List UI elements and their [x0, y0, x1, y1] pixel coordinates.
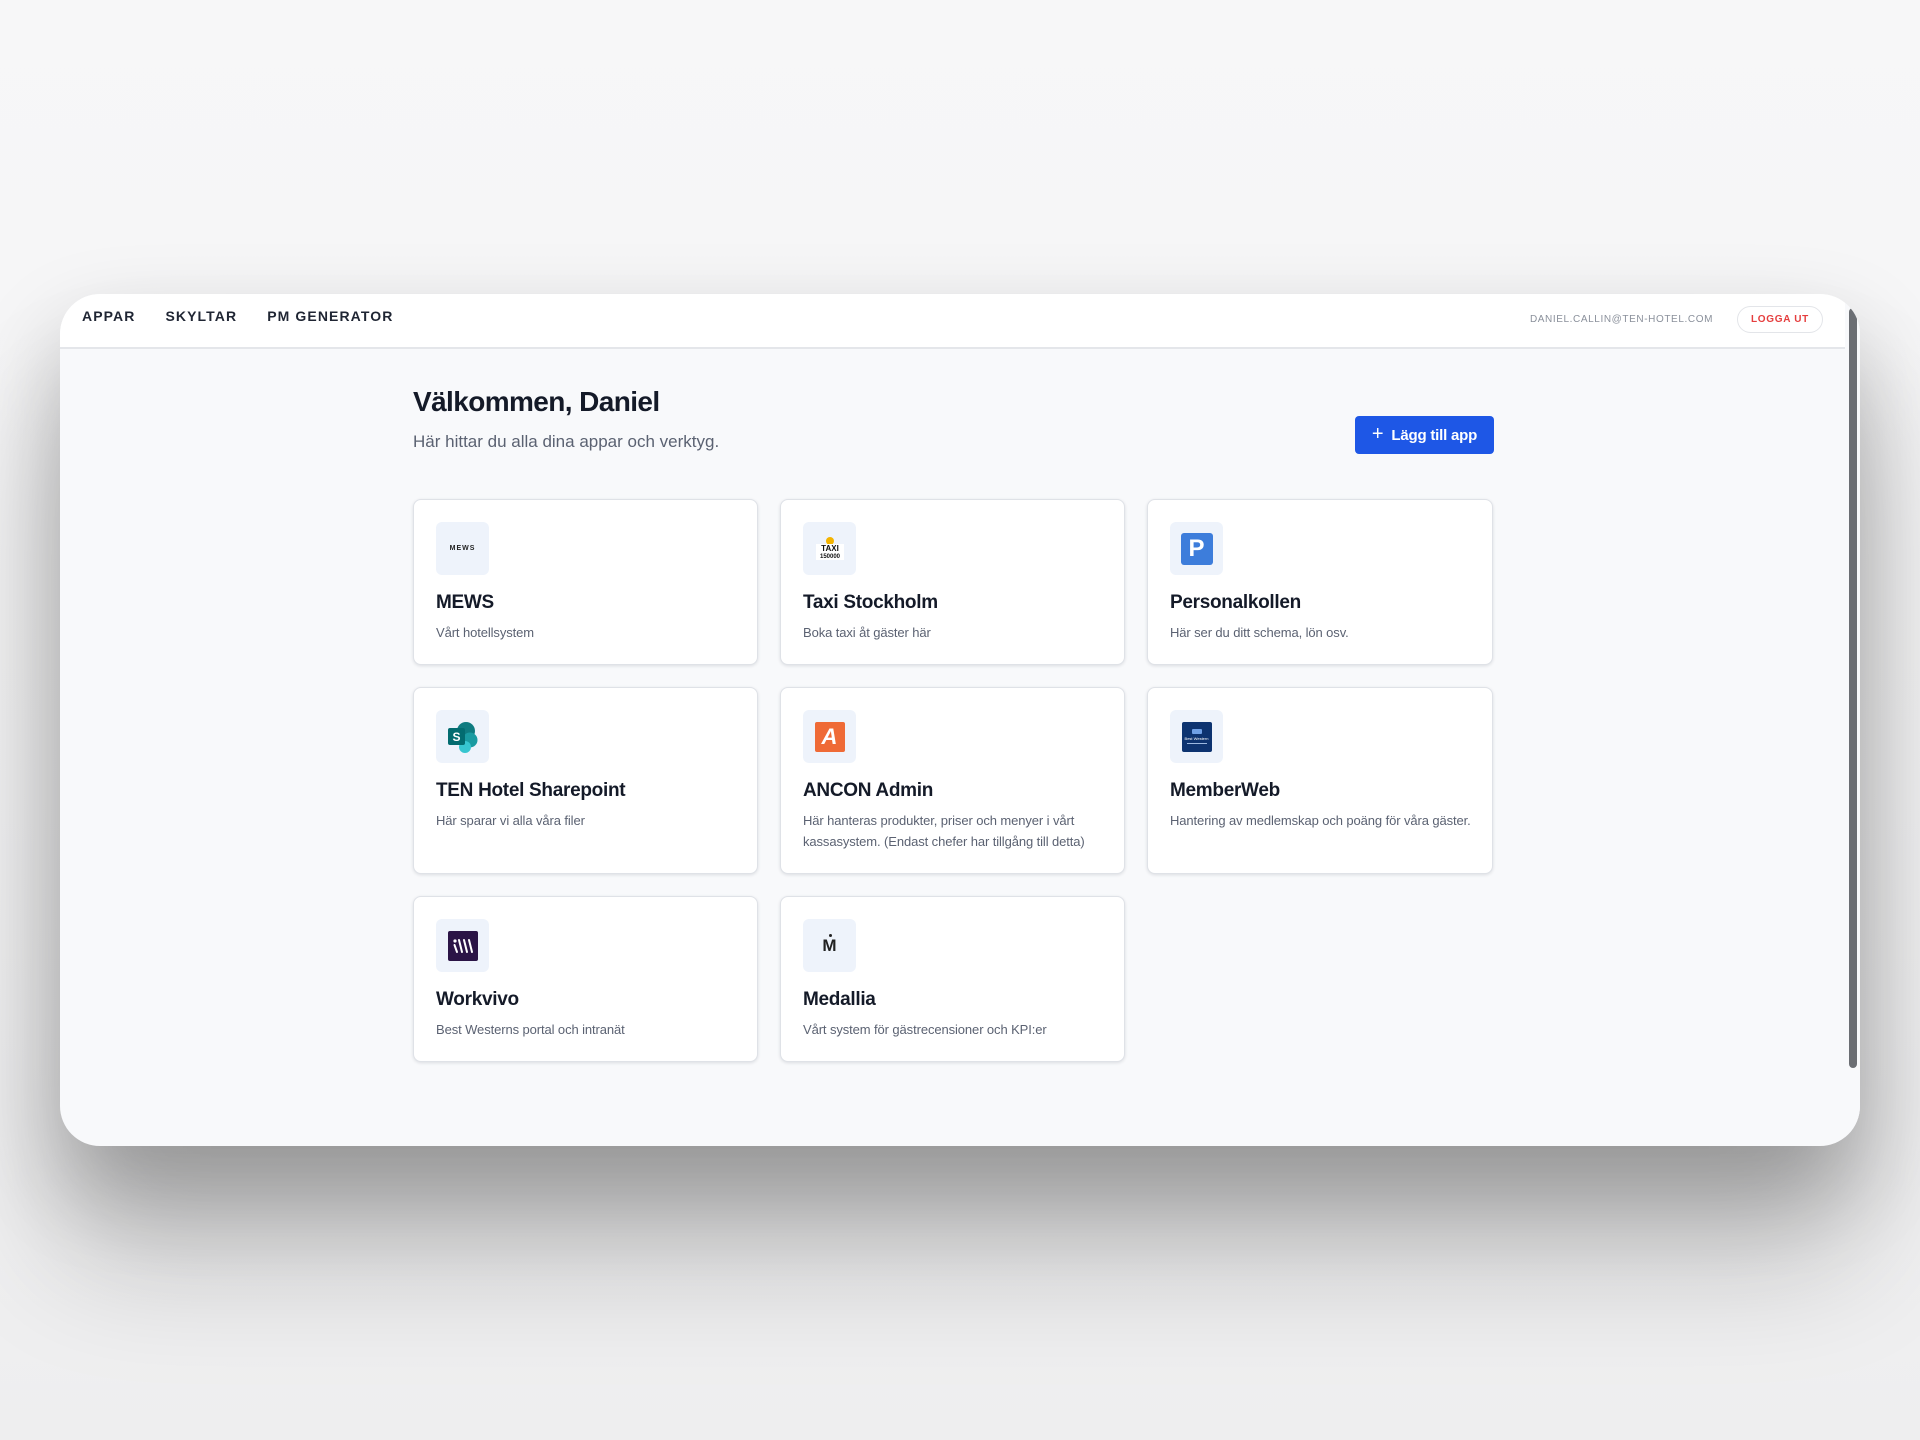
personalkollen-logo-letter: P	[1188, 534, 1205, 562]
app-card-title: MemberWeb	[1170, 780, 1280, 801]
scrollbar[interactable]	[1845, 294, 1860, 1146]
page-subtitle: Här hittar du alla dina appar och verkty…	[413, 432, 720, 451]
app-card-description: Här hanteras produkter, priser och menye…	[803, 813, 1085, 849]
nav-item-appar[interactable]: APPAR	[82, 308, 135, 324]
sharepoint-logo-icon: S	[436, 710, 489, 763]
app-card-personalkollen[interactable]: P Personalkollen Här ser du ditt schema,…	[1147, 499, 1493, 665]
app-card-description: Boka taxi åt gäster här	[803, 625, 931, 640]
medallia-logo-letter: M	[822, 935, 837, 955]
plus-icon: +	[1371, 423, 1384, 445]
top-navigation-bar: APPAR SKYLTAR PM GENERATOR DANIEL.CALLIN…	[60, 294, 1845, 349]
workvivo-logo-icon	[436, 919, 489, 972]
app-card-medallia[interactable]: M Medallia Vårt system för gästrecension…	[780, 896, 1125, 1062]
scrollbar-thumb[interactable]	[1849, 308, 1857, 1068]
add-app-button-label: Lägg till app	[1391, 426, 1478, 444]
app-card-description: Här sparar vi alla våra filer	[436, 813, 585, 828]
app-card-description: Vårt system för gästrecensioner och KPI:…	[803, 1022, 1047, 1037]
app-window: APPAR SKYLTAR PM GENERATOR DANIEL.CALLIN…	[60, 294, 1860, 1146]
page-title: Välkommen, Daniel	[413, 386, 660, 417]
app-card-mews[interactable]: MEWS MEWS Vårt hotellsystem	[413, 499, 758, 665]
add-app-button[interactable]: + Lägg till app	[1355, 416, 1494, 454]
nav-item-pm-generator[interactable]: PM GENERATOR	[267, 308, 393, 324]
memberweb-logo-icon: Best Western	[1170, 710, 1223, 763]
app-card-description: Vårt hotellsystem	[436, 625, 535, 640]
app-card-title: ANCON Admin	[803, 780, 934, 801]
svg-text:S: S	[452, 730, 460, 744]
nav-item-skyltar[interactable]: SKYLTAR	[165, 308, 237, 324]
app-card-ten-hotel-sharepoint[interactable]: S TEN Hotel Sharepoint Här sparar vi all…	[413, 687, 758, 874]
app-card-ancon-admin[interactable]: A ANCON Admin Här hanteras produkter, pr…	[780, 687, 1125, 874]
app-card-title: Taxi Stockholm	[803, 592, 938, 613]
memberweb-logo-text: Best Western	[1184, 736, 1209, 741]
app-card-title: TEN Hotel Sharepoint	[436, 780, 626, 801]
user-email: DANIEL.CALLIN@TEN-HOTEL.COM	[1529, 314, 1713, 325]
logout-button[interactable]: LOGGA UT	[1737, 306, 1823, 333]
app-card-memberweb[interactable]: Best Western MemberWeb Hantering av medl…	[1147, 687, 1493, 874]
personalkollen-logo-icon: P	[1170, 522, 1223, 575]
taxi-stockholm-logo-icon: TAXI 150000	[803, 522, 856, 575]
app-card-description: Best Westerns portal och intranät	[436, 1022, 625, 1037]
app-card-description: Här ser du ditt schema, lön osv.	[1170, 625, 1349, 640]
app-card-description: Hantering av medlemskap och poäng för vå…	[1170, 813, 1471, 828]
app-card-taxi-stockholm[interactable]: TAXI 150000 Taxi Stockholm Boka taxi åt …	[780, 499, 1125, 665]
ancon-logo-icon: A	[803, 710, 856, 763]
app-card-title: Personalkollen	[1170, 592, 1301, 613]
workvivo-w-mark	[452, 938, 473, 953]
main-nav: APPAR SKYLTAR PM GENERATOR	[82, 308, 393, 324]
app-card-title: Medallia	[803, 989, 876, 1010]
medallia-logo-icon: M	[803, 919, 856, 972]
ancon-logo-letter: A	[821, 723, 838, 749]
app-card-title: Workvivo	[436, 989, 519, 1010]
app-card-workvivo[interactable]: Workvivo Best Westerns portal och intran…	[413, 896, 758, 1062]
app-card-title: MEWS	[436, 592, 494, 613]
mews-logo-icon: MEWS	[436, 522, 489, 575]
svg-text:150000: 150000	[819, 554, 840, 560]
svg-text:TAXI: TAXI	[821, 544, 839, 553]
mews-logo-text: MEWS	[449, 545, 476, 552]
